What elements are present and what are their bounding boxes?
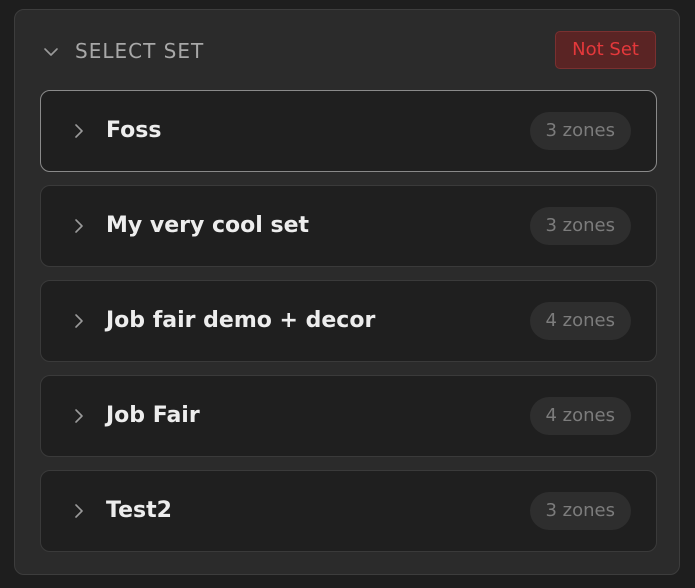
set-name: Test2 <box>106 498 172 523</box>
chevron-right-icon <box>69 310 89 332</box>
zones-count-badge: 4 zones <box>529 302 631 340</box>
chevron-right-icon <box>69 215 89 237</box>
zones-count-badge: 3 zones <box>529 112 631 150</box>
set-list: Foss 3 zones My very cool set 3 zones Jo… <box>40 90 657 565</box>
set-name: Foss <box>106 118 162 143</box>
zones-count-badge: 3 zones <box>529 492 631 530</box>
panel-title: SELECT SET <box>75 39 205 63</box>
zones-count-badge: 4 zones <box>529 397 631 435</box>
zones-count-badge: 3 zones <box>529 207 631 245</box>
chevron-right-icon <box>69 405 89 427</box>
collapse-toggle[interactable] <box>39 40 63 64</box>
select-set-panel: SELECT SET Not Set Foss 3 zones My very … <box>14 9 680 575</box>
set-name: Job fair demo + decor <box>106 308 376 333</box>
chevron-right-icon <box>69 500 89 522</box>
set-item-foss[interactable]: Foss 3 zones <box>40 90 657 172</box>
set-name: Job Fair <box>106 403 200 428</box>
status-badge: Not Set <box>555 31 656 69</box>
set-name: My very cool set <box>106 213 310 238</box>
set-item-test2[interactable]: Test2 3 zones <box>40 470 657 552</box>
set-item-job-fair-demo-decor[interactable]: Job fair demo + decor 4 zones <box>40 280 657 362</box>
chevron-down-icon <box>44 48 58 56</box>
set-item-my-very-cool-set[interactable]: My very cool set 3 zones <box>40 185 657 267</box>
set-item-job-fair[interactable]: Job Fair 4 zones <box>40 375 657 457</box>
chevron-right-icon <box>69 120 89 142</box>
panel-header: SELECT SET Not Set <box>15 10 679 90</box>
